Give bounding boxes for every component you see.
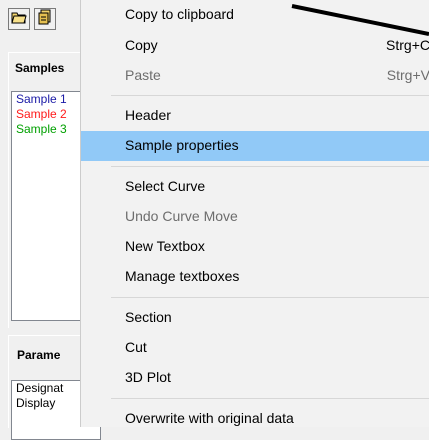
menu-item-label: Paste: [125, 67, 161, 83]
menu-item-header[interactable]: Header: [81, 101, 429, 131]
folder-icon: [11, 10, 27, 29]
menu-separator: [111, 398, 429, 399]
menu-item-label: Manage textboxes: [125, 268, 240, 284]
menu-item-cut[interactable]: Cut: [81, 333, 429, 363]
menu-item-section[interactable]: Section: [81, 303, 429, 333]
menu-item-label: Cut: [125, 339, 147, 355]
menu-separator: [111, 166, 429, 167]
menu-item-label: 3D Plot: [125, 369, 171, 385]
menu-item-shortcut: Strg+C: [386, 37, 429, 53]
menu-item-copy-to-clipboard[interactable]: Copy to clipboard: [81, 0, 429, 30]
database-icon: [38, 9, 52, 30]
menu-item-undo-curve-move[interactable]: Undo Curve Move: [81, 202, 429, 232]
menu-item-manage-textboxes[interactable]: Manage textboxes: [81, 262, 429, 292]
menu-item-label: Copy to clipboard: [125, 6, 234, 22]
menu-separator: [111, 297, 429, 298]
menu-item-label: Undo Curve Move: [125, 208, 238, 224]
menu-separator: [111, 95, 429, 96]
menu-item-paste[interactable]: Paste Strg+V: [81, 61, 429, 91]
menu-item-overwrite-with-original-data[interactable]: Overwrite with original data: [81, 404, 429, 434]
samples-title: Samples: [15, 61, 65, 75]
menu-item-label: Copy: [125, 37, 158, 53]
menu-item-label: Header: [125, 107, 171, 123]
menu-item-copy[interactable]: Copy Strg+C: [81, 31, 429, 61]
menu-item-label: New Textbox: [125, 238, 205, 254]
menu-item-sample-properties[interactable]: Sample properties: [81, 131, 429, 161]
menu-item-label: Section: [125, 309, 172, 325]
open-folder-button[interactable]: [8, 8, 30, 30]
menu-item-label: Select Curve: [125, 178, 206, 194]
database-button[interactable]: [34, 8, 56, 30]
menu-item-shortcut: Strg+V: [386, 67, 429, 83]
menu-item-3d-plot[interactable]: 3D Plot: [81, 363, 429, 393]
parameters-title: Parame: [17, 348, 61, 362]
menu-item-select-curve[interactable]: Select Curve: [81, 172, 429, 202]
menu-item-new-textbox[interactable]: New Textbox: [81, 232, 429, 262]
menu-item-label: Sample properties: [125, 137, 239, 153]
context-menu: Copy to clipboard Copy Strg+C Paste Strg…: [80, 0, 429, 427]
menu-item-label: Overwrite with original data: [125, 410, 294, 426]
